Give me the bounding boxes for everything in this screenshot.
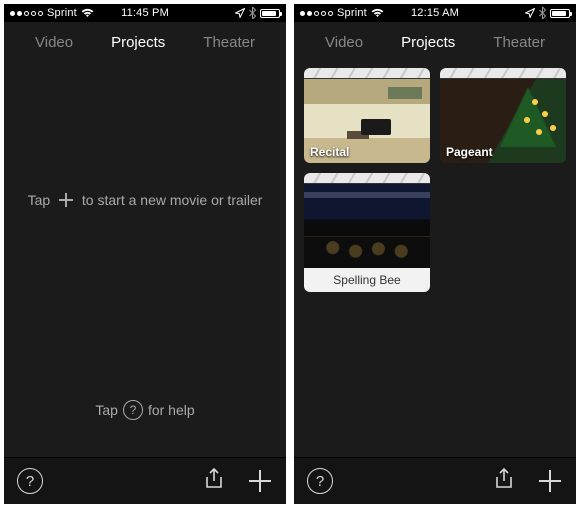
project-thumbnail: [304, 184, 430, 268]
content-area: Tap to start a new movie or trailer Tap …: [4, 62, 286, 457]
bluetooth-icon: [539, 7, 546, 19]
carrier-label: Sprint: [47, 7, 77, 19]
add-button[interactable]: [246, 467, 274, 495]
share-button[interactable]: [490, 467, 518, 495]
project-title: Pageant: [446, 145, 493, 159]
plus-icon: [249, 470, 271, 492]
location-icon: [235, 8, 245, 18]
top-tabs: Video Projects Theater: [4, 22, 286, 62]
project-thumbnail: Pageant: [440, 79, 566, 163]
project-title: Recital: [310, 145, 349, 159]
phone-left: Sprint 11:45 PM Video Projects Theater: [4, 4, 286, 504]
help-icon: ?: [307, 468, 333, 494]
tab-projects[interactable]: Projects: [399, 30, 457, 55]
empty-post: to start a new movie or trailer: [82, 192, 263, 208]
signal-icon: [300, 11, 333, 16]
status-left: Sprint: [10, 7, 94, 19]
phone-right: Sprint 12:15 AM Video Projects Theater: [294, 4, 576, 504]
tab-theater[interactable]: Theater: [201, 30, 257, 55]
help-icon: ?: [17, 468, 43, 494]
project-item[interactable]: Spelling Bee: [304, 173, 430, 292]
tab-video[interactable]: Video: [33, 30, 75, 55]
project-grid: Recital Pageant Spelling Bee: [294, 62, 576, 298]
status-left: Sprint: [300, 7, 384, 19]
clapper-icon: [440, 68, 566, 79]
share-icon: [493, 467, 515, 496]
status-right: [235, 7, 280, 19]
top-tabs: Video Projects Theater: [294, 22, 576, 62]
help-button[interactable]: ?: [16, 467, 44, 495]
project-title: Spelling Bee: [304, 268, 430, 292]
signal-icon: [10, 11, 43, 16]
tab-theater[interactable]: Theater: [491, 30, 547, 55]
battery-icon: [260, 9, 280, 18]
location-icon: [525, 8, 535, 18]
help-button[interactable]: ?: [306, 467, 334, 495]
project-item[interactable]: Pageant: [440, 68, 566, 163]
screenshot-pair: Sprint 11:45 PM Video Projects Theater: [0, 0, 580, 508]
empty-state-message: Tap to start a new movie or trailer: [4, 192, 286, 208]
plus-icon: [58, 192, 74, 208]
clapper-icon: [304, 173, 430, 184]
project-thumbnail: Recital: [304, 79, 430, 163]
help-icon: ?: [123, 400, 143, 420]
empty-pre: Tap: [28, 192, 51, 208]
bottom-toolbar: ?: [294, 457, 576, 504]
bluetooth-icon: [249, 7, 256, 19]
share-button[interactable]: [200, 467, 228, 495]
bottom-toolbar: ?: [4, 457, 286, 504]
tab-projects[interactable]: Projects: [109, 30, 167, 55]
add-button[interactable]: [536, 467, 564, 495]
status-right: [525, 7, 570, 19]
content-area: Recital Pageant Spelling Bee: [294, 62, 576, 457]
share-icon: [203, 467, 225, 496]
help-hint: Tap ? for help: [4, 400, 286, 420]
wifi-icon: [371, 8, 384, 18]
status-bar: Sprint 11:45 PM: [4, 4, 286, 22]
clapper-icon: [304, 68, 430, 79]
carrier-label: Sprint: [337, 7, 367, 19]
battery-icon: [550, 9, 570, 18]
help-pre: Tap: [95, 402, 118, 418]
plus-icon: [539, 470, 561, 492]
help-post: for help: [148, 402, 195, 418]
status-bar: Sprint 12:15 AM: [294, 4, 576, 22]
tab-video[interactable]: Video: [323, 30, 365, 55]
project-item[interactable]: Recital: [304, 68, 430, 163]
wifi-icon: [81, 8, 94, 18]
